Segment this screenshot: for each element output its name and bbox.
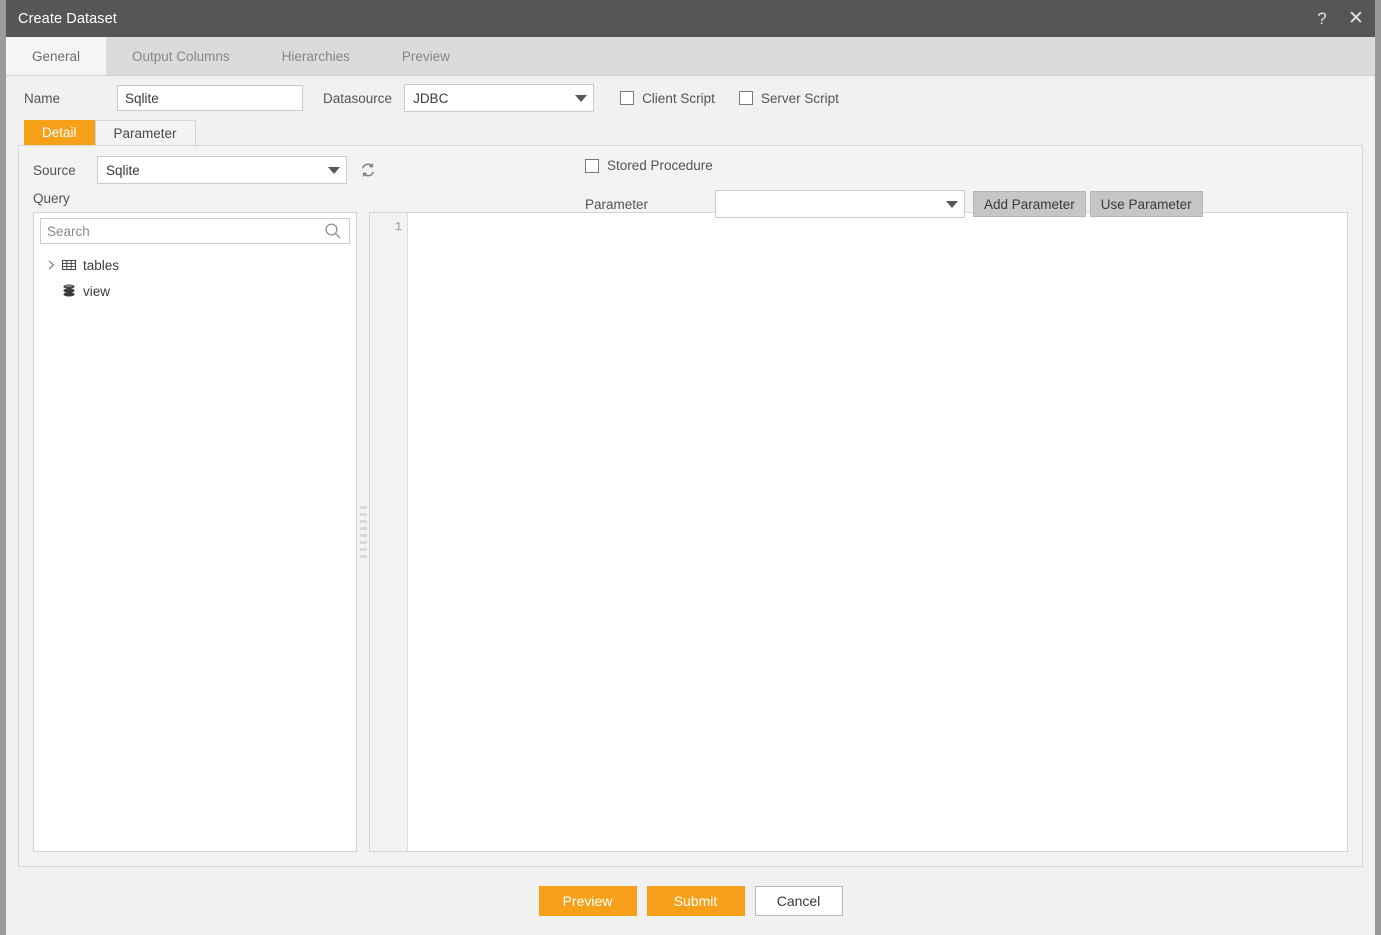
server-script-checkbox[interactable]: Server Script — [738, 90, 839, 106]
search-input[interactable] — [41, 223, 323, 239]
client-script-checkbox[interactable]: Client Script — [620, 91, 715, 106]
pane-splitter[interactable] — [357, 212, 369, 852]
right-edge-strip — [1375, 0, 1381, 935]
search-icon[interactable] — [323, 221, 343, 241]
tree-node-tables[interactable]: tables — [34, 252, 356, 278]
query-builder-body: tables — [19, 212, 1362, 866]
chevron-right-icon[interactable] — [44, 258, 58, 272]
use-parameter-button[interactable]: Use Parameter — [1089, 191, 1203, 217]
subtab-detail[interactable]: Detail — [24, 120, 95, 145]
preview-button[interactable]: Preview — [538, 886, 637, 916]
detail-parameter-tabs: Detail Parameter — [18, 120, 1363, 145]
chevron-down-icon — [328, 166, 340, 174]
datasource-select[interactable]: JDBC — [404, 84, 595, 112]
subtab-parameter[interactable]: Parameter — [94, 120, 196, 145]
database-stack-icon — [61, 283, 77, 299]
general-tab-content: Name Datasource JDBC Client Script Serve… — [6, 76, 1375, 867]
chevron-down-icon — [575, 94, 588, 102]
dialog-titlebar: Create Dataset ? ✕ — [6, 0, 1375, 37]
dialog-footer: Preview Submit Cancel — [6, 867, 1375, 935]
detail-panel: Source Sqlite Query Stored Procedure Par… — [18, 145, 1363, 867]
add-parameter-button[interactable]: Add Parameter — [973, 191, 1086, 217]
tree-node-label: view — [83, 283, 111, 299]
query-label: Query — [33, 191, 70, 206]
close-icon[interactable]: ✕ — [1347, 9, 1365, 28]
line-number: 1 — [394, 220, 402, 234]
parameter-row: Parameter Add Parameter Use Parameter — [585, 190, 1203, 218]
main-tab-strip: General Output Columns Hierarchies Previ… — [6, 37, 1375, 76]
create-dataset-dialog: Create Dataset ? ✕ General Output Column… — [6, 0, 1375, 935]
tab-preview[interactable]: Preview — [376, 37, 476, 75]
schema-tree: tables view — [34, 244, 356, 851]
tab-general[interactable]: General — [6, 37, 107, 75]
sql-code-input[interactable] — [408, 213, 1347, 851]
source-row: Source Sqlite — [33, 156, 377, 184]
schema-tree-pane: tables — [33, 212, 357, 852]
cancel-button[interactable]: Cancel — [754, 886, 843, 916]
search-box — [40, 218, 350, 244]
name-label: Name — [24, 90, 61, 106]
stored-procedure-row: Stored Procedure — [585, 158, 713, 173]
datasource-value: JDBC — [413, 90, 449, 106]
datasource-label: Datasource — [323, 90, 393, 106]
tab-hierarchies[interactable]: Hierarchies — [256, 37, 376, 75]
client-script-label: Client Script — [642, 90, 715, 106]
table-grid-icon — [61, 257, 77, 273]
source-label: Source — [33, 162, 76, 178]
editor-gutter: 1 — [370, 213, 408, 851]
name-input[interactable] — [117, 85, 304, 111]
client-script-checkbox-box — [620, 91, 635, 105]
tree-node-view[interactable]: view — [34, 278, 356, 304]
sql-editor: 1 — [369, 212, 1348, 852]
splitter-grip — [359, 506, 367, 558]
tab-output-columns[interactable]: Output Columns — [106, 37, 256, 75]
dialog-title: Create Dataset — [18, 10, 117, 27]
source-value: Sqlite — [106, 162, 140, 178]
titlebar-actions: ? ✕ — [1313, 0, 1365, 37]
parameter-label: Parameter — [585, 196, 649, 212]
chevron-down-icon — [946, 200, 958, 208]
submit-button[interactable]: Submit — [646, 886, 745, 916]
server-script-label: Server Script — [760, 90, 839, 106]
server-script-checkbox-box — [738, 91, 753, 105]
page-background: Create Dataset ? ✕ General Output Column… — [0, 0, 1381, 935]
stored-procedure-checkbox-box — [585, 158, 599, 173]
tree-node-label: tables — [83, 257, 120, 273]
refresh-icon[interactable] — [359, 161, 377, 179]
stored-procedure-checkbox[interactable]: Stored Procedure — [585, 158, 713, 173]
detail-panel-header: Source Sqlite Query Stored Procedure Par… — [19, 146, 1362, 218]
parameter-select[interactable] — [715, 190, 965, 218]
stored-procedure-label: Stored Procedure — [607, 158, 713, 173]
source-select[interactable]: Sqlite — [97, 156, 347, 184]
help-icon[interactable]: ? — [1313, 10, 1331, 27]
dataset-meta-row: Name Datasource JDBC Client Script Serve… — [18, 76, 1363, 120]
